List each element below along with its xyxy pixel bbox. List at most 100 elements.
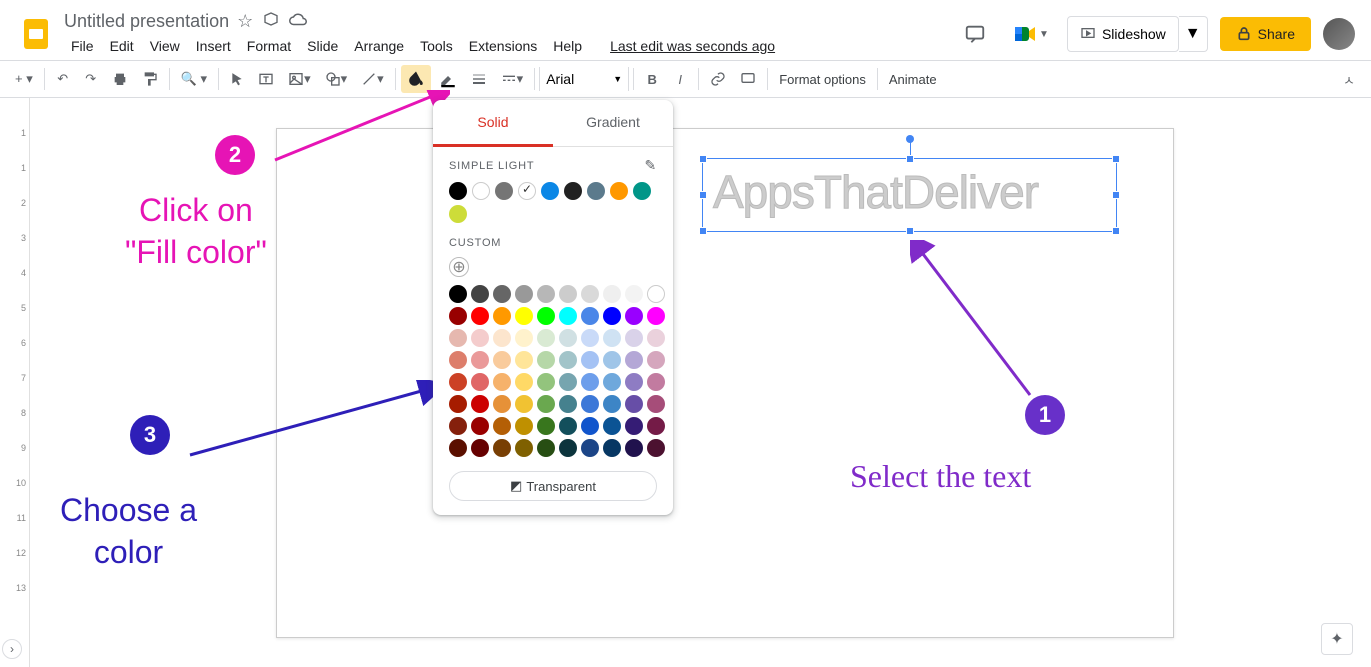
color-swatch[interactable] [603, 351, 621, 369]
color-swatch[interactable] [471, 307, 489, 325]
cloud-icon[interactable] [289, 11, 307, 32]
color-swatch[interactable] [581, 373, 599, 391]
color-swatch[interactable] [625, 417, 643, 435]
bold-button[interactable]: B [639, 67, 665, 92]
color-swatch[interactable] [471, 417, 489, 435]
color-swatch[interactable] [449, 285, 467, 303]
resize-handle-e[interactable] [1112, 191, 1120, 199]
resize-handle-n[interactable] [906, 155, 914, 163]
filmstrip-toggle[interactable]: › [2, 639, 22, 659]
textbox-tool[interactable] [252, 66, 280, 92]
print-button[interactable] [106, 66, 134, 92]
color-swatch[interactable] [493, 307, 511, 325]
menu-view[interactable]: View [143, 34, 187, 58]
color-swatch[interactable] [493, 351, 511, 369]
link-button[interactable] [704, 66, 732, 92]
animate-button[interactable]: Animate [883, 67, 943, 92]
slides-logo[interactable] [16, 14, 56, 54]
doc-title[interactable]: Untitled presentation [64, 11, 229, 32]
color-swatch[interactable] [537, 373, 555, 391]
shape-tool[interactable]: ▾ [319, 66, 354, 92]
color-swatch[interactable] [515, 329, 533, 347]
theme-color-swatch[interactable] [564, 182, 582, 200]
color-swatch[interactable] [559, 373, 577, 391]
color-swatch[interactable] [559, 417, 577, 435]
paint-format-button[interactable] [136, 66, 164, 92]
color-swatch[interactable] [647, 307, 665, 325]
menu-tools[interactable]: Tools [413, 34, 460, 58]
theme-color-swatch[interactable] [449, 182, 467, 200]
color-swatch[interactable] [581, 439, 599, 457]
color-swatch[interactable] [581, 351, 599, 369]
color-swatch[interactable] [625, 307, 643, 325]
add-custom-color[interactable]: ⊕ [449, 257, 469, 277]
color-swatch[interactable] [493, 285, 511, 303]
color-swatch[interactable] [625, 329, 643, 347]
line-tool[interactable]: ▾ [355, 66, 390, 92]
color-swatch[interactable] [537, 285, 555, 303]
resize-handle-nw[interactable] [699, 155, 707, 163]
color-swatch[interactable] [603, 395, 621, 413]
color-swatch[interactable] [493, 439, 511, 457]
color-swatch[interactable] [449, 417, 467, 435]
color-swatch[interactable] [493, 395, 511, 413]
edit-theme-colors-icon[interactable]: ✎ [644, 157, 657, 174]
color-swatch[interactable] [647, 329, 665, 347]
color-swatch[interactable] [647, 395, 665, 413]
color-swatch[interactable] [471, 285, 489, 303]
color-swatch[interactable] [515, 439, 533, 457]
meet-icon[interactable]: ▼ [1007, 14, 1055, 54]
color-swatch[interactable] [537, 395, 555, 413]
theme-color-swatch[interactable] [495, 182, 513, 200]
resize-handle-se[interactable] [1112, 227, 1120, 235]
selected-textbox[interactable]: AppsThatDeliver [702, 158, 1117, 232]
profile-avatar[interactable] [1323, 18, 1355, 50]
color-swatch[interactable] [581, 395, 599, 413]
color-swatch[interactable] [515, 307, 533, 325]
color-swatch[interactable] [449, 307, 467, 325]
slideshow-dropdown[interactable]: ▼ [1179, 16, 1208, 52]
color-swatch[interactable] [603, 373, 621, 391]
color-swatch[interactable] [515, 351, 533, 369]
resize-handle-s[interactable] [906, 227, 914, 235]
color-swatch[interactable] [449, 329, 467, 347]
theme-color-swatch[interactable] [610, 182, 628, 200]
color-swatch[interactable] [625, 439, 643, 457]
color-swatch[interactable] [515, 285, 533, 303]
star-icon[interactable]: ☆ [237, 11, 253, 32]
color-swatch[interactable] [515, 417, 533, 435]
menu-extensions[interactable]: Extensions [462, 34, 544, 58]
zoom-button[interactable]: 🔍 ▾ [175, 66, 213, 92]
transparent-button[interactable]: ◩Transparent [449, 471, 657, 501]
theme-color-swatch[interactable] [541, 182, 559, 200]
color-swatch[interactable] [603, 417, 621, 435]
color-swatch[interactable] [603, 439, 621, 457]
color-swatch[interactable] [603, 285, 621, 303]
color-swatch[interactable] [559, 329, 577, 347]
color-swatch[interactable] [625, 285, 643, 303]
theme-color-swatch[interactable] [449, 205, 467, 223]
color-swatch[interactable] [537, 329, 555, 347]
menu-help[interactable]: Help [546, 34, 589, 58]
color-swatch[interactable] [537, 417, 555, 435]
color-swatch[interactable] [559, 285, 577, 303]
color-swatch[interactable] [471, 373, 489, 391]
color-swatch[interactable] [515, 395, 533, 413]
color-swatch[interactable] [625, 395, 643, 413]
share-button[interactable]: Share [1220, 17, 1311, 51]
color-swatch[interactable] [493, 329, 511, 347]
italic-button[interactable]: I [667, 67, 693, 92]
comments-icon[interactable] [955, 14, 995, 54]
font-select[interactable]: Arial▼ [539, 67, 629, 91]
color-swatch[interactable] [449, 395, 467, 413]
comment-button[interactable] [734, 66, 762, 92]
color-swatch[interactable] [647, 351, 665, 369]
color-swatch[interactable] [471, 395, 489, 413]
color-swatch[interactable] [449, 373, 467, 391]
theme-color-swatch[interactable] [472, 182, 490, 200]
rotate-handle[interactable] [906, 135, 914, 143]
color-swatch[interactable] [625, 373, 643, 391]
color-swatch[interactable] [471, 439, 489, 457]
color-swatch[interactable] [449, 351, 467, 369]
tab-gradient[interactable]: Gradient [553, 100, 673, 146]
